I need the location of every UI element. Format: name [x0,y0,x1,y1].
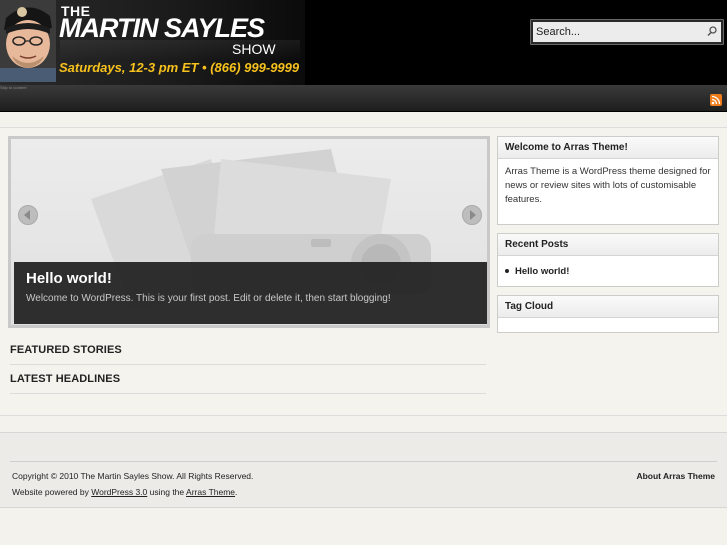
site-footer: Copyright © 2010 The Martin Sayles Show.… [0,432,727,508]
rss-icon[interactable] [710,94,722,106]
recent-posts-list: Hello world! [498,256,718,285]
arras-theme-link[interactable]: Arras Theme [186,487,235,497]
site-banner[interactable]: THE MARTIN SAYLES SHOW Saturdays, 12-3 p… [0,0,305,85]
host-photo [0,0,56,82]
about-arras-link[interactable]: About Arras Theme [636,471,715,481]
powered-prefix: Website powered by [12,487,92,497]
search-box [530,19,724,45]
slider-prev-button[interactable] [18,205,38,225]
site-header: THE MARTIN SAYLES SHOW Saturdays, 12-3 p… [0,0,727,85]
widget-title: Tag Cloud [498,296,718,318]
bullet-icon [505,269,509,273]
widget-welcome-text: Arras Theme is a WordPress theme designe… [505,166,711,205]
widget-tag-cloud: Tag Cloud [497,295,719,333]
widget-welcome: Welcome to Arras Theme! Arras Theme is a… [497,136,719,225]
widget-title: Recent Posts [498,234,718,256]
search-icon [707,26,717,37]
list-item[interactable]: Hello world! [505,265,711,279]
footer-copyright: Copyright © 2010 The Martin Sayles Show.… [12,471,254,481]
widget-title: Welcome to Arras Theme! [498,137,718,159]
featured-stories-heading: FEATURED STORIES [10,344,122,356]
powered-middle: using the [147,487,187,497]
brand-show: SHOW [232,41,276,57]
slider-next-button[interactable] [462,205,482,225]
divider [10,461,717,462]
arrow-right-icon [470,210,476,220]
slide-caption[interactable]: Hello world! Welcome to WordPress. This … [14,262,487,324]
main-content: Hello world! Welcome to WordPress. This … [0,127,727,416]
search-input[interactable] [534,23,702,41]
divider [10,364,486,365]
powered-suffix: . [235,487,238,497]
divider [10,393,486,394]
nav-bar: Skip to content [0,85,727,112]
search-button[interactable] [703,23,721,41]
skip-link[interactable]: Skip to content [0,85,26,90]
recent-post-link[interactable]: Hello world! [515,266,569,277]
brand-tagline: Saturdays, 12-3 pm ET • (866) 999-9999 [59,60,300,75]
wordpress-link[interactable]: WordPress 3.0 [91,487,147,497]
footer-powered-by: Website powered by WordPress 3.0 using t… [12,487,237,497]
slide-title[interactable]: Hello world! [26,270,112,287]
featured-slider[interactable]: Hello world! Welcome to WordPress. This … [8,136,490,328]
widget-recent-posts: Recent Posts Hello world! [497,233,719,287]
latest-headlines-heading: LATEST HEADLINES [10,373,121,385]
brand-name: MARTIN SAYLES [59,13,265,43]
slide-excerpt: Welcome to WordPress. This is your first… [26,293,391,304]
arrow-left-icon [24,210,30,220]
